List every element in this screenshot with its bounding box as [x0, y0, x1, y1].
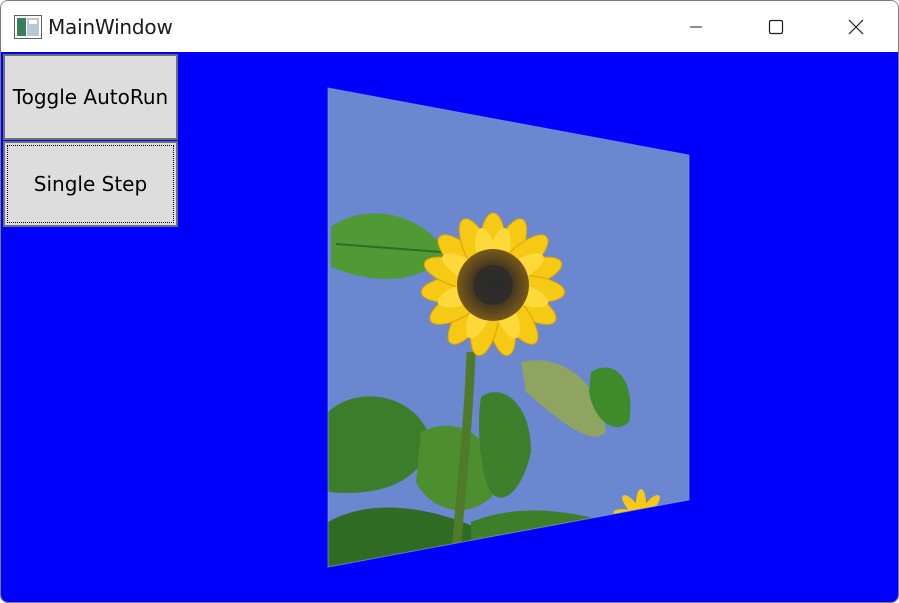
window-title: MainWindow [48, 15, 173, 39]
leaf-bottom-right [471, 510, 621, 567]
close-icon [848, 19, 864, 34]
minimize-button[interactable] [656, 1, 736, 52]
toggle-autorun-button[interactable]: Toggle AutoRun [3, 54, 178, 140]
close-button[interactable] [816, 1, 896, 52]
single-step-button[interactable]: Single Step [3, 141, 178, 227]
viewport-3d: Toggle AutoRun Single Step [1, 52, 898, 602]
maximize-icon [768, 19, 784, 34]
app-icon [14, 15, 42, 39]
main-window: MainWindow Toggle AutoRun Single Step [0, 0, 899, 603]
title-bar[interactable]: MainWindow [1, 1, 898, 52]
sunflower-image-plane [328, 88, 689, 567]
maximize-button[interactable] [736, 1, 816, 52]
minimize-icon [690, 26, 702, 27]
